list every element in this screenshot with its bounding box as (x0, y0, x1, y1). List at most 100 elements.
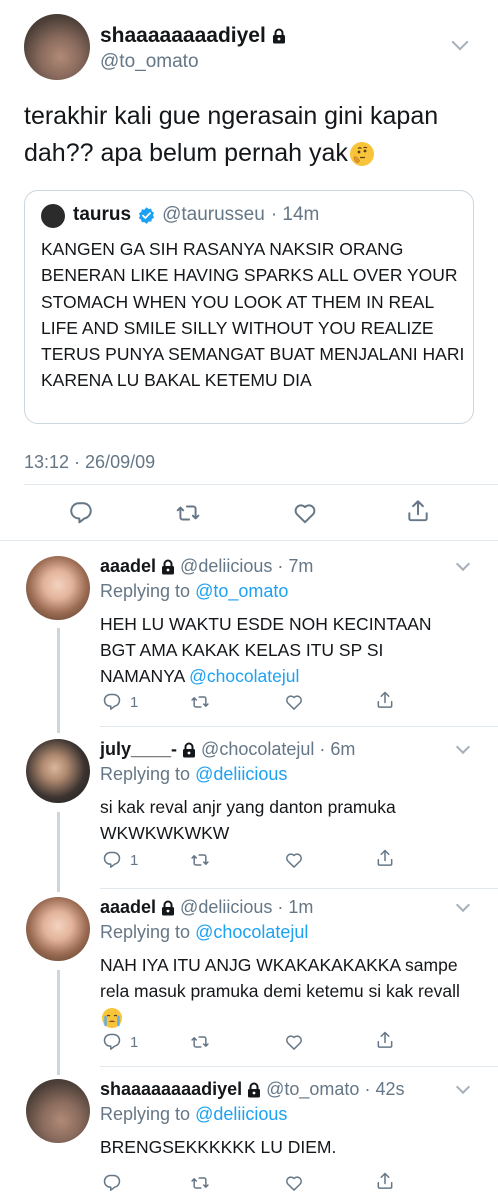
retweet-button[interactable] (190, 1173, 210, 1193)
divider (0, 540, 498, 541)
reply-author-name[interactable]: shaaaaaaaadiyel (100, 1079, 242, 1100)
reply-tweet[interactable]: aaadel @deliicious · 7m Replying to @to_… (0, 556, 498, 726)
chevron-down-icon[interactable] (455, 556, 471, 572)
replying-mention[interactable]: @deliicious (195, 1104, 287, 1124)
replying-to: Replying to @deliicious (100, 764, 287, 785)
lock-icon (182, 742, 196, 758)
tweet-timestamp[interactable]: 13:12 · 26/09/09 (24, 452, 155, 473)
heart-icon (292, 500, 318, 526)
retweet-button[interactable] (175, 500, 201, 526)
reply-tweet[interactable]: aaadel @deliicious · 1m Replying to @cho… (0, 897, 498, 1062)
share-upload-icon (375, 1030, 395, 1050)
chevron-down-icon[interactable] (455, 1079, 471, 1095)
quoted-handle: @taurusseu (162, 204, 265, 225)
replying-mention[interactable]: @chocolatejul (195, 922, 308, 942)
quoted-avatar (41, 204, 65, 228)
reply-author-handle[interactable]: @deliicious (180, 897, 272, 918)
author-name[interactable]: shaaaaaaaadiyel (100, 24, 266, 48)
reply-time: · 6m (319, 739, 356, 759)
reply-text: HEH LU WAKTU ESDE NOH KECINTAAN BGT AMA … (100, 611, 470, 689)
quoted-header: taurus @taurusseu · 14m (73, 204, 319, 226)
reply-text: NAH IYA ITU ANJG WKAKAKAKAKKA sampe rela… (100, 952, 470, 1030)
avatar[interactable] (24, 14, 90, 80)
reply-tweet[interactable]: july____- @chocolatejul · 6m Replying to… (0, 739, 498, 879)
tweet-text: terakhir kali gue ngerasain gini kapan d… (24, 98, 464, 172)
reply-tweet[interactable]: shaaaaaaaadiyel @to_omato · 42s Replying… (0, 1079, 498, 1197)
divider (100, 888, 498, 889)
retweet-button[interactable] (190, 1032, 210, 1052)
like-button[interactable] (284, 692, 304, 712)
lock-icon (161, 559, 175, 575)
share-button[interactable] (375, 1171, 395, 1191)
like-button[interactable] (292, 500, 318, 526)
reply-time: · 1m (277, 897, 314, 917)
author-handle[interactable]: @to_omato (100, 51, 199, 73)
reply-button[interactable]: 1 (102, 692, 138, 712)
replying-label: Replying to (100, 581, 191, 601)
verified-badge-icon (138, 206, 155, 224)
share-button[interactable] (375, 690, 395, 710)
quoted-tweet[interactable]: taurus @taurusseu · 14m KANGEN GA SIH RA… (24, 190, 474, 424)
divider (100, 726, 498, 727)
reply-author-name[interactable]: aaadel (100, 556, 156, 577)
reply-actions: 1 (100, 1032, 400, 1058)
reply-button[interactable] (68, 500, 94, 526)
avatar[interactable] (26, 556, 90, 620)
share-button[interactable] (375, 848, 395, 868)
avatar[interactable] (26, 897, 90, 961)
share-button[interactable] (405, 498, 431, 524)
like-button[interactable] (284, 1032, 304, 1052)
share-button[interactable] (375, 1030, 395, 1050)
avatar[interactable] (26, 1079, 90, 1143)
heart-icon (284, 1032, 304, 1052)
replying-mention[interactable]: @deliicious (195, 764, 287, 784)
speech-bubble-icon (102, 1173, 122, 1193)
replying-to: Replying to @to_omato (100, 581, 288, 602)
heart-icon (284, 850, 304, 870)
reply-count: 1 (130, 693, 139, 711)
retweet-button[interactable] (190, 692, 210, 712)
retweet-arrows-icon (190, 850, 210, 870)
reply-button[interactable] (102, 1173, 122, 1193)
retweet-arrows-icon (190, 1032, 210, 1052)
reply-text-content: NAH IYA ITU ANJG WKAKAKAKAKKA sampe rela… (100, 955, 460, 1001)
quoted-time: · 14m (270, 204, 320, 225)
reply-actions: 1 (100, 850, 400, 876)
replying-mention[interactable]: @to_omato (195, 581, 288, 601)
reply-header: aaadel @deliicious · 1m (100, 897, 313, 918)
reply-author-handle[interactable]: @chocolatejul (201, 739, 314, 760)
reply-header: shaaaaaaaadiyel @to_omato · 42s (100, 1079, 404, 1100)
retweet-button[interactable] (190, 850, 210, 870)
chevron-down-icon[interactable] (451, 33, 469, 51)
speech-bubble-icon (102, 692, 122, 712)
reply-author-handle[interactable]: @to_omato (266, 1079, 359, 1100)
replying-label: Replying to (100, 922, 191, 942)
reply-button[interactable]: 1 (102, 1032, 138, 1052)
divider (24, 484, 498, 485)
speech-bubble-icon (68, 500, 94, 526)
chevron-down-icon[interactable] (455, 739, 471, 755)
thinking-face-emoji (349, 142, 374, 167)
heart-icon (284, 692, 304, 712)
replying-to: Replying to @chocolatejul (100, 922, 308, 943)
tweet-text-content: terakhir kali gue ngerasain gini kapan d… (24, 102, 439, 167)
reply-time: · 42s (364, 1079, 405, 1099)
reply-author-name[interactable]: aaadel (100, 897, 156, 918)
like-button[interactable] (284, 850, 304, 870)
share-upload-icon (405, 498, 431, 524)
avatar[interactable] (26, 739, 90, 803)
reply-count: 1 (130, 851, 139, 869)
reply-button[interactable]: 1 (102, 850, 138, 870)
quoted-text: KANGEN GA SIH RASANYA NAKSIR ORANG BENER… (41, 239, 465, 391)
heart-icon (284, 1173, 304, 1193)
speech-bubble-icon (102, 850, 122, 870)
chevron-down-icon[interactable] (455, 897, 471, 913)
speech-bubble-icon (102, 1032, 122, 1052)
mention-link[interactable]: @chocolatejul (189, 666, 299, 686)
reply-author-handle[interactable]: @deliicious (180, 556, 272, 577)
like-button[interactable] (284, 1173, 304, 1193)
author-name-row[interactable]: shaaaaaaaadiyel (100, 24, 286, 48)
lock-icon (272, 28, 286, 44)
crying-face-emoji (102, 1008, 122, 1029)
reply-author-name[interactable]: july____- (100, 739, 177, 760)
